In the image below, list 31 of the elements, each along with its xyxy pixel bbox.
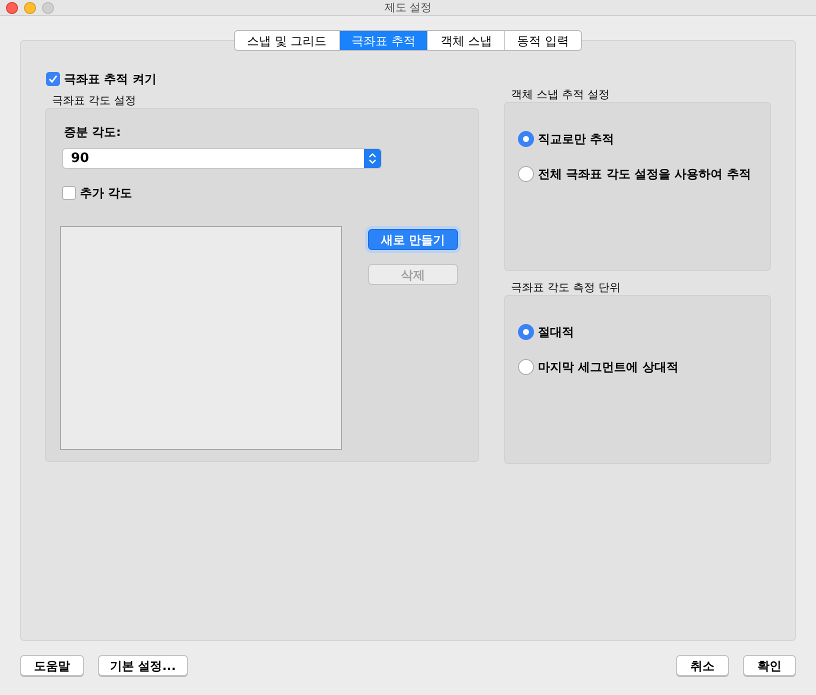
group-title: 극좌표 각도 설정 — [52, 95, 137, 107]
radio-button[interactable] — [518, 359, 534, 375]
stepper-icon — [364, 149, 381, 168]
group-title: 객체 스냅 추적 설정 — [511, 89, 610, 101]
dialog-button[interactable]: 확인 — [743, 655, 796, 676]
dialog-button[interactable]: 취소 — [676, 655, 729, 676]
zoom-icon[interactable] — [42, 2, 54, 14]
checkbox-label[interactable]: 극좌표 추적 켜기 — [64, 70, 156, 88]
radio-label[interactable]: 절대적 — [538, 323, 574, 341]
dialog-button[interactable]: 도움말 — [20, 655, 84, 676]
checkbox-label[interactable]: 추가 각도 — [80, 184, 132, 202]
radio-label[interactable]: 전체 극좌표 각도 설정을 사용하여 추적 — [538, 165, 751, 183]
checkmark-icon — [48, 74, 58, 84]
window-title: 제도 설정 — [384, 0, 432, 14]
radio-button[interactable] — [518, 324, 534, 340]
tab[interactable]: 극좌표 추적 — [338, 31, 428, 50]
checkbox[interactable] — [62, 186, 76, 200]
minimize-icon[interactable] — [24, 2, 36, 14]
dropdown-value: 90 — [71, 150, 90, 168]
close-icon[interactable] — [6, 2, 18, 14]
tab[interactable]: 동적 입력 — [504, 31, 582, 50]
increment-dropdown[interactable]: 90 — [62, 148, 382, 169]
radio-button[interactable] — [518, 131, 534, 147]
checkbox[interactable] — [46, 72, 60, 86]
field-label: 증분 각도: — [64, 124, 122, 141]
dialog-button[interactable]: 기본 설정... — [98, 655, 188, 676]
radio-button[interactable] — [518, 166, 534, 182]
group-title: 극좌표 각도 측정 단위 — [511, 282, 622, 294]
radio-label[interactable]: 직교로만 추적 — [538, 130, 614, 148]
action-button[interactable]: 새로 만들기 — [368, 229, 458, 250]
radio-label[interactable]: 마지막 세그먼트에 상대적 — [538, 358, 678, 376]
